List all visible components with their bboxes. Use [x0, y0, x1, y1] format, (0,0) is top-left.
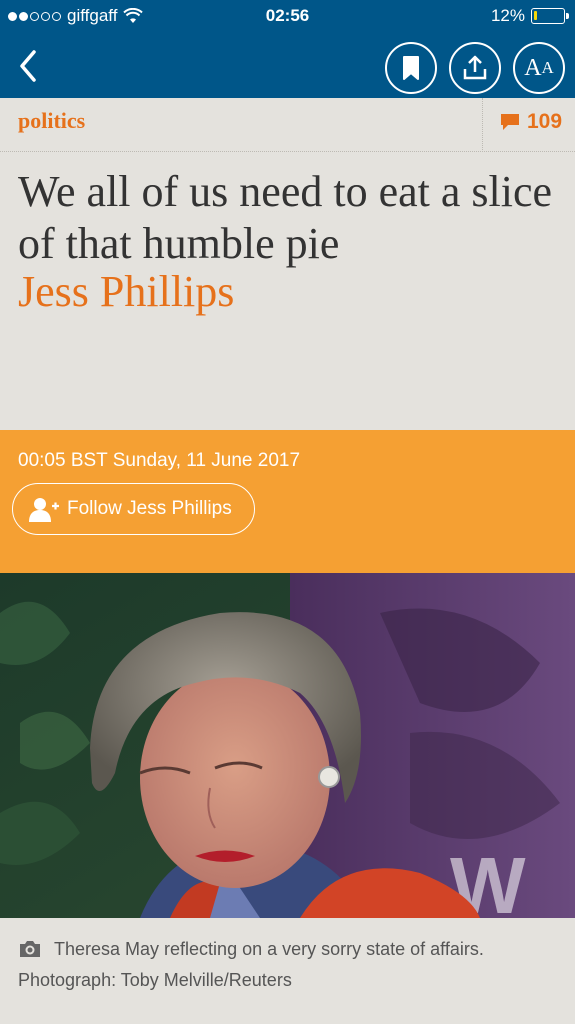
- section-link[interactable]: politics: [18, 108, 85, 134]
- dateline: 00:05 BST Sunday, 11 June 2017: [18, 450, 301, 471]
- photo-image: W: [0, 573, 575, 918]
- share-button[interactable]: [449, 42, 501, 94]
- camera-icon: [20, 941, 40, 957]
- section-divider: [482, 98, 483, 152]
- text-size-big-letter: A: [524, 54, 542, 81]
- headline-area: We all of us need to eat a slice of that…: [0, 152, 575, 430]
- battery-level: [534, 11, 537, 20]
- status-right: 12%: [490, 6, 569, 26]
- text-size-button[interactable]: AA: [513, 42, 565, 94]
- text-size-small-letter: A: [541, 58, 554, 77]
- headline: We all of us need to eat a slice of that…: [18, 167, 553, 268]
- meta-block: 00:05 BST Sunday, 11 June 2017 Follow Je…: [0, 430, 575, 573]
- comment-count: 109: [527, 110, 563, 133]
- bookmark-button[interactable]: [385, 42, 437, 94]
- chevron-left-icon: [20, 50, 36, 82]
- battery-icon: [531, 8, 569, 24]
- section-row: politics 109: [0, 98, 575, 152]
- share-icon: [463, 55, 487, 80]
- status-time: 02:56: [265, 6, 310, 25]
- comments-button[interactable]: 109: [499, 110, 562, 134]
- back-button[interactable]: [12, 46, 48, 86]
- add-person-icon: [29, 498, 59, 522]
- comment-icon: [501, 114, 519, 130]
- byline[interactable]: Jess Phillips: [18, 266, 234, 318]
- status-bar: giffgaff 02:56 12%: [0, 0, 575, 34]
- article-photo[interactable]: W: [0, 573, 575, 918]
- bookmark-icon: [403, 56, 419, 80]
- caption-body: Theresa May reflecting on a very sorry s…: [18, 939, 484, 990]
- photo-caption: Theresa May reflecting on a very sorry s…: [0, 918, 575, 1024]
- caption-text: Theresa May reflecting on a very sorry s…: [18, 934, 563, 996]
- battery-percent: 12%: [490, 6, 525, 25]
- nav-bar: AA: [0, 34, 575, 98]
- follow-author-button[interactable]: Follow Jess Phillips: [12, 483, 255, 535]
- follow-label: Follow Jess Phillips: [67, 498, 232, 519]
